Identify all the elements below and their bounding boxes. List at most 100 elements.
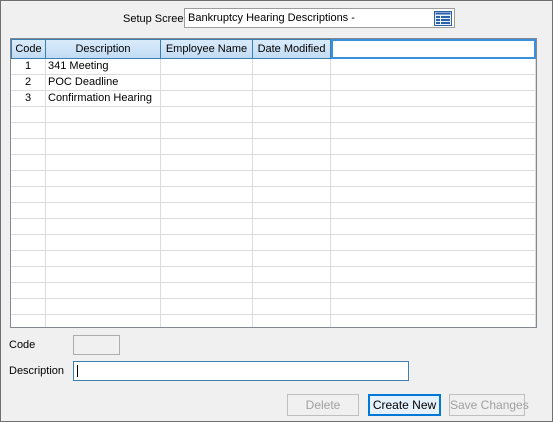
table-row[interactable]: 1 341 Meeting [11, 59, 536, 75]
grid-header: Code Description Employee Name Date Modi… [11, 39, 536, 59]
cell-employee-name [161, 267, 253, 283]
cell-description [46, 283, 161, 299]
cell-employee-name [161, 59, 253, 75]
cell-employee-name [161, 203, 253, 219]
cell-filler [331, 267, 536, 283]
column-header-description[interactable]: Description [46, 39, 161, 59]
setup-screen-value: Bankruptcy Hearing Descriptions - [188, 12, 355, 24]
cell-description [46, 139, 161, 155]
cell-date-modified [253, 107, 331, 123]
cell-code [11, 123, 46, 139]
cell-description [46, 235, 161, 251]
cell-code: 2 [11, 75, 46, 91]
cell-date-modified [253, 299, 331, 315]
empty-row[interactable] [11, 251, 536, 267]
cell-filler [331, 171, 536, 187]
descriptions-grid[interactable]: Code Description Employee Name Date Modi… [10, 38, 537, 328]
empty-row[interactable] [11, 235, 536, 251]
cell-employee-name [161, 235, 253, 251]
create-new-button[interactable]: Create New [368, 394, 441, 416]
cell-code [11, 203, 46, 219]
empty-row[interactable] [11, 107, 536, 123]
cell-date-modified [253, 155, 331, 171]
cell-filler [331, 203, 536, 219]
empty-row[interactable] [11, 139, 536, 155]
cell-date-modified [253, 251, 331, 267]
empty-row[interactable] [11, 219, 536, 235]
save-changes-button[interactable]: Save Changes [449, 394, 529, 416]
cell-description [46, 107, 161, 123]
table-row[interactable]: 3 Confirmation Hearing [11, 91, 536, 107]
cell-code [11, 251, 46, 267]
cell-description [46, 299, 161, 315]
description-field[interactable] [73, 361, 409, 381]
cell-employee-name [161, 123, 253, 139]
cell-description [46, 187, 161, 203]
cell-description [46, 123, 161, 139]
cell-description: Confirmation Hearing [46, 91, 161, 107]
cell-date-modified [253, 267, 331, 283]
column-header-date-modified[interactable]: Date Modified [253, 39, 331, 59]
table-list-icon[interactable] [434, 10, 452, 26]
cell-description [46, 315, 161, 327]
cell-date-modified [253, 315, 331, 327]
delete-button[interactable]: Delete [287, 394, 359, 416]
cell-filler [331, 91, 536, 107]
table-row[interactable]: 2 POC Deadline [11, 75, 536, 91]
cell-filler [331, 187, 536, 203]
cell-date-modified [253, 75, 331, 91]
cell-description [46, 203, 161, 219]
cell-filler [331, 315, 536, 327]
setup-screen-select[interactable]: Bankruptcy Hearing Descriptions - [184, 8, 455, 28]
cell-employee-name [161, 299, 253, 315]
cell-description [46, 267, 161, 283]
cell-employee-name [161, 107, 253, 123]
cell-employee-name [161, 283, 253, 299]
cell-employee-name [161, 315, 253, 327]
empty-row[interactable] [11, 123, 536, 139]
cell-employee-name [161, 251, 253, 267]
column-header-code[interactable]: Code [11, 39, 46, 59]
cell-code [11, 107, 46, 123]
cell-date-modified [253, 283, 331, 299]
cell-employee-name [161, 171, 253, 187]
cell-filler [331, 219, 536, 235]
code-label: Code [9, 339, 36, 351]
cell-date-modified [253, 219, 331, 235]
cell-employee-name [161, 187, 253, 203]
empty-row[interactable] [11, 203, 536, 219]
cell-employee-name [161, 91, 253, 107]
setup-screen-label: Setup Screen [123, 13, 190, 25]
cell-filler [331, 123, 536, 139]
cell-date-modified [253, 59, 331, 75]
cell-code [11, 299, 46, 315]
cell-description [46, 219, 161, 235]
cell-description [46, 155, 161, 171]
cell-code [11, 187, 46, 203]
cell-description [46, 251, 161, 267]
empty-row[interactable] [11, 299, 536, 315]
cell-code [11, 315, 46, 327]
cell-date-modified [253, 187, 331, 203]
cell-date-modified [253, 171, 331, 187]
description-label: Description [9, 365, 65, 377]
empty-row[interactable] [11, 187, 536, 203]
cell-date-modified [253, 123, 331, 139]
cell-filler [331, 283, 536, 299]
empty-row[interactable] [11, 267, 536, 283]
column-header-employee-name[interactable]: Employee Name [161, 39, 253, 59]
empty-row[interactable] [11, 315, 536, 327]
cell-filler [331, 235, 536, 251]
cell-employee-name [161, 155, 253, 171]
cell-filler [331, 155, 536, 171]
empty-row[interactable] [11, 155, 536, 171]
cell-code: 1 [11, 59, 46, 75]
cell-employee-name [161, 75, 253, 91]
text-caret [77, 365, 78, 377]
empty-row[interactable] [11, 283, 536, 299]
cell-description: POC Deadline [46, 75, 161, 91]
cell-code [11, 235, 46, 251]
cell-code [11, 171, 46, 187]
empty-row[interactable] [11, 171, 536, 187]
cell-description [46, 171, 161, 187]
